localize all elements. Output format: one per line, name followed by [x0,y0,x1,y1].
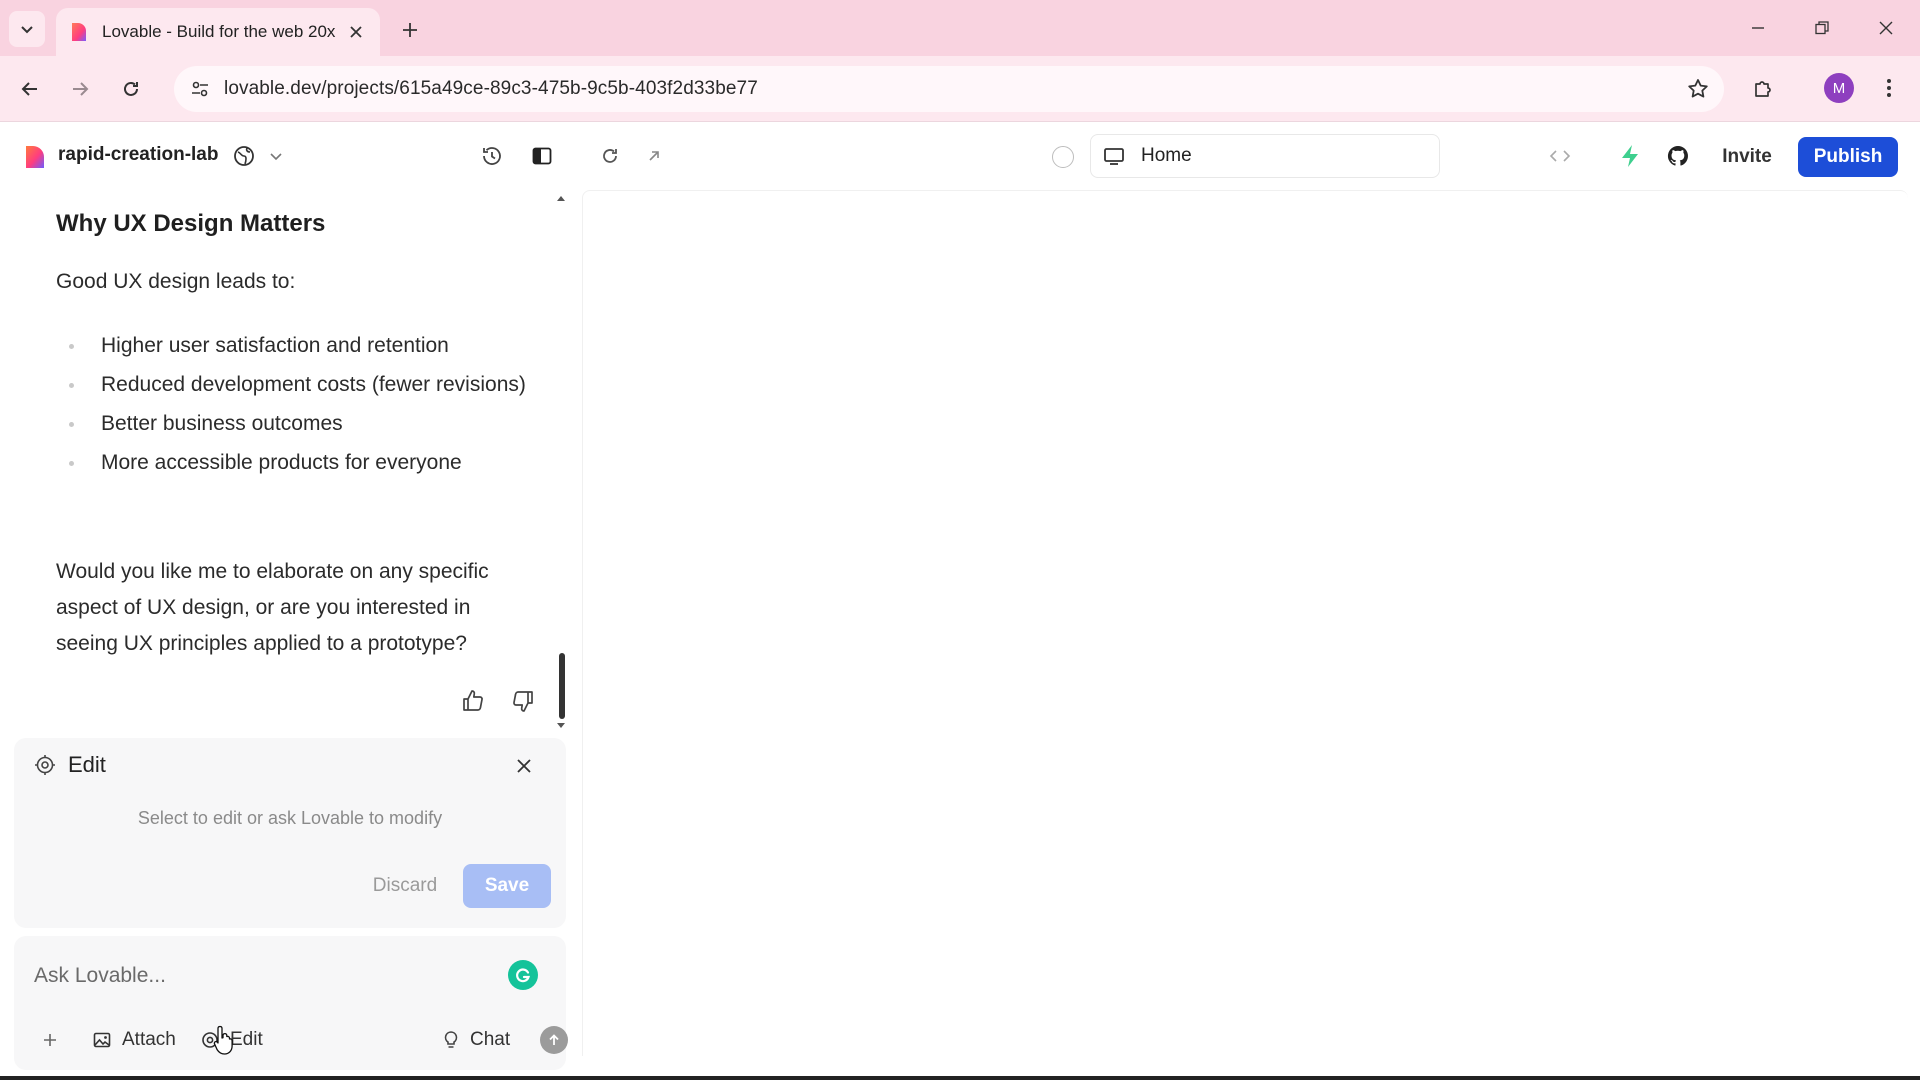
thumbs-down-button[interactable] [508,686,538,716]
lovable-logo-icon[interactable] [22,144,48,170]
route-selector[interactable]: Home [1090,134,1440,178]
chat-mode-label: Chat [470,1029,511,1050]
restore-button[interactable] [1806,12,1838,44]
edit-panel-title: Edit [68,752,106,777]
route-label: Home [1141,145,1192,166]
publish-button[interactable]: Publish [1798,137,1898,177]
thumbs-down-icon [513,691,533,712]
plus-icon [44,1034,56,1046]
message-paragraph: Good UX design leads to: [56,270,296,293]
tab-close-icon[interactable] [344,20,368,44]
arrow-right-icon [73,82,89,96]
extensions-button[interactable] [1746,72,1780,106]
arrow-up-icon [549,1034,559,1045]
add-button[interactable] [42,1024,58,1056]
reload-icon [124,81,138,96]
target-icon [35,755,55,775]
thumbs-up-icon [463,690,483,711]
open-external-arrow-icon[interactable] [640,142,668,170]
list-item: Higher user satisfaction and retention [56,326,526,365]
image-icon [93,1032,111,1048]
reload-button[interactable] [114,72,148,106]
scrollbar-thumb[interactable] [559,653,565,719]
browser-toolbar: lovable.dev/projects/615a49ce-89c3-475b-… [0,56,1920,122]
toggle-sidebar-icon[interactable] [528,142,556,170]
arrow-left-icon [21,82,37,96]
profile-avatar[interactable]: M [1824,73,1854,103]
attach-button[interactable]: Attach [92,1024,176,1056]
message-heading: Why UX Design Matters [56,210,326,237]
browser-tab-bar: Lovable - Build for the web 20x faster [0,0,1920,56]
edit-hint-text: Select to edit or ask Lovable to modify [137,808,443,828]
send-button[interactable] [540,1026,568,1054]
bookmark-star-icon[interactable] [1686,77,1710,101]
minimize-button[interactable] [1742,12,1774,44]
thumbs-up-button[interactable] [458,686,488,716]
chat-panel: Why UX Design Matters Good UX design lea… [0,190,578,1080]
list-item: Reduced development costs (fewer revisio… [56,365,526,404]
save-button[interactable]: Save [463,864,551,908]
chat-mode-button[interactable]: Chat [442,1024,510,1056]
chat-messages[interactable]: Why UX Design Matters Good UX design lea… [0,190,578,730]
close-edit-panel-button[interactable] [512,754,536,778]
back-button[interactable] [13,72,47,106]
forward-button[interactable] [63,72,97,106]
address-bar[interactable]: lovable.dev/projects/615a49ce-89c3-475b-… [174,66,1724,112]
message-bullet-list: Higher user satisfaction and retention R… [56,326,526,482]
tab-title: Lovable - Build for the web 20x faster [102,22,338,41]
more-vertical-icon [1887,79,1891,97]
project-name[interactable]: rapid-creation-lab [58,144,218,166]
window-bottom-edge [0,1076,1920,1080]
puzzle-icon [1755,81,1771,97]
invite-button[interactable]: Invite [1706,138,1788,176]
chevron-down-icon [21,26,33,34]
attach-label: Attach [122,1029,176,1050]
history-icon[interactable] [478,142,506,170]
preview-frame[interactable] [582,190,1908,1056]
grammarly-icon[interactable] [508,960,538,990]
browser-tab-active[interactable]: Lovable - Build for the web 20x faster [56,8,380,56]
new-tab-button[interactable] [396,16,424,44]
minimize-icon [1752,27,1764,29]
prompt-input-card: Attach Edit Chat [14,936,568,1070]
loading-status-icon [1052,146,1074,168]
scroll-down-arrow-icon[interactable] [556,722,566,730]
site-settings-icon[interactable] [180,66,220,112]
globe-icon[interactable] [232,144,256,168]
edit-panel-header: Edit [34,752,106,778]
scroll-up-arrow-icon[interactable] [556,194,566,202]
list-item: More accessible products for everyone [56,443,526,482]
discard-button[interactable]: Discard [356,866,454,906]
github-icon[interactable] [1664,142,1692,170]
code-view-icon[interactable] [1546,142,1574,170]
restore-icon [1815,21,1829,35]
tab-search-button[interactable] [9,11,45,47]
browser-menu-button[interactable] [1874,72,1904,104]
plus-icon [403,23,417,37]
close-icon [517,759,531,773]
url-text: lovable.dev/projects/615a49ce-89c3-475b-… [224,78,758,99]
monitor-icon [1104,148,1124,165]
lovable-favicon-icon [72,23,86,41]
project-menu-chevron-down-icon[interactable] [268,148,284,164]
input-toolbar: Attach Edit Chat [28,1020,568,1060]
close-icon [1879,21,1893,35]
message-paragraph: Would you like me to elaborate on any sp… [56,560,489,655]
list-item: Better business outcomes [56,404,526,443]
lightbulb-icon [444,1031,458,1048]
supabase-bolt-icon[interactable] [1616,142,1644,170]
app-header: rapid-creation-lab Home Invite Publish [0,122,1920,190]
close-window-button[interactable] [1870,12,1902,44]
refresh-preview-icon[interactable] [596,142,624,170]
hand-pointer-cursor-icon [212,1024,238,1056]
ask-lovable-input[interactable] [34,956,494,996]
edit-panel: Edit Select to edit or ask Lovable to mo… [14,738,566,928]
